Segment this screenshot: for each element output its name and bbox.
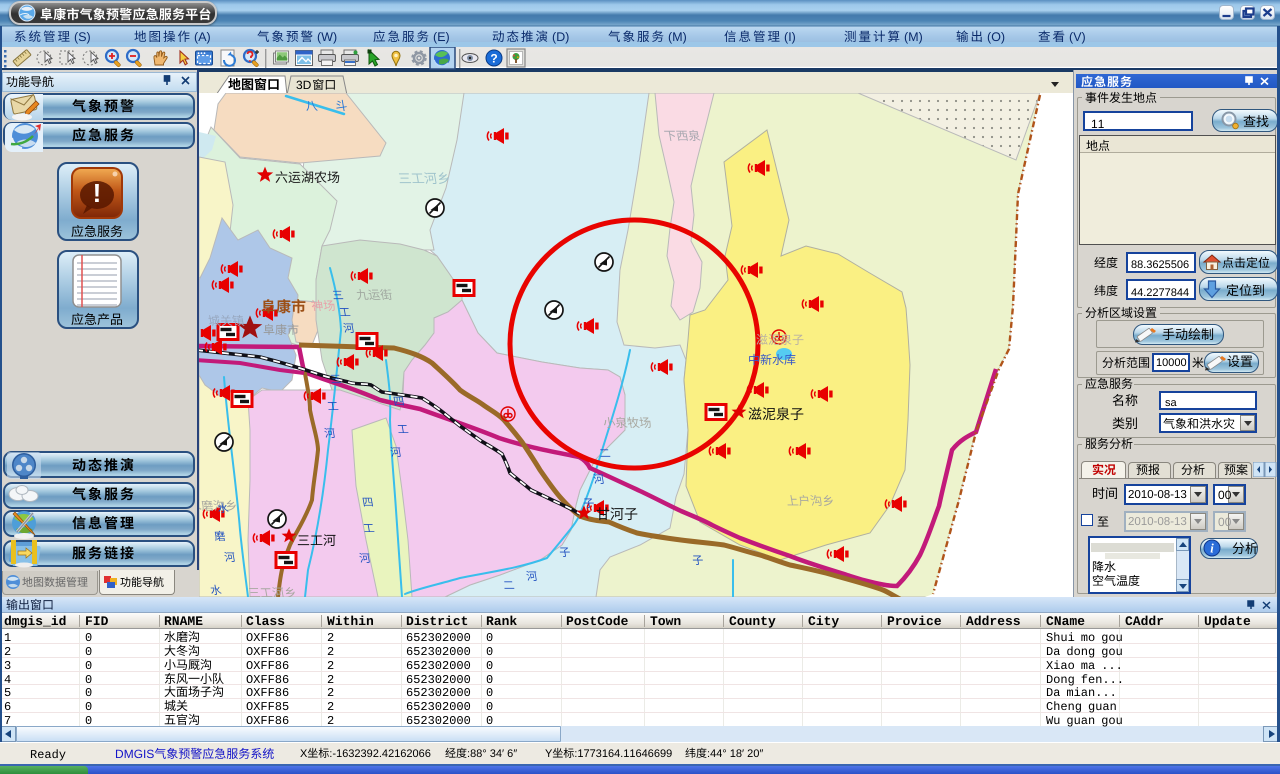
svg-text:!: ! bbox=[93, 178, 102, 208]
svg-text:i: i bbox=[1210, 542, 1214, 556]
